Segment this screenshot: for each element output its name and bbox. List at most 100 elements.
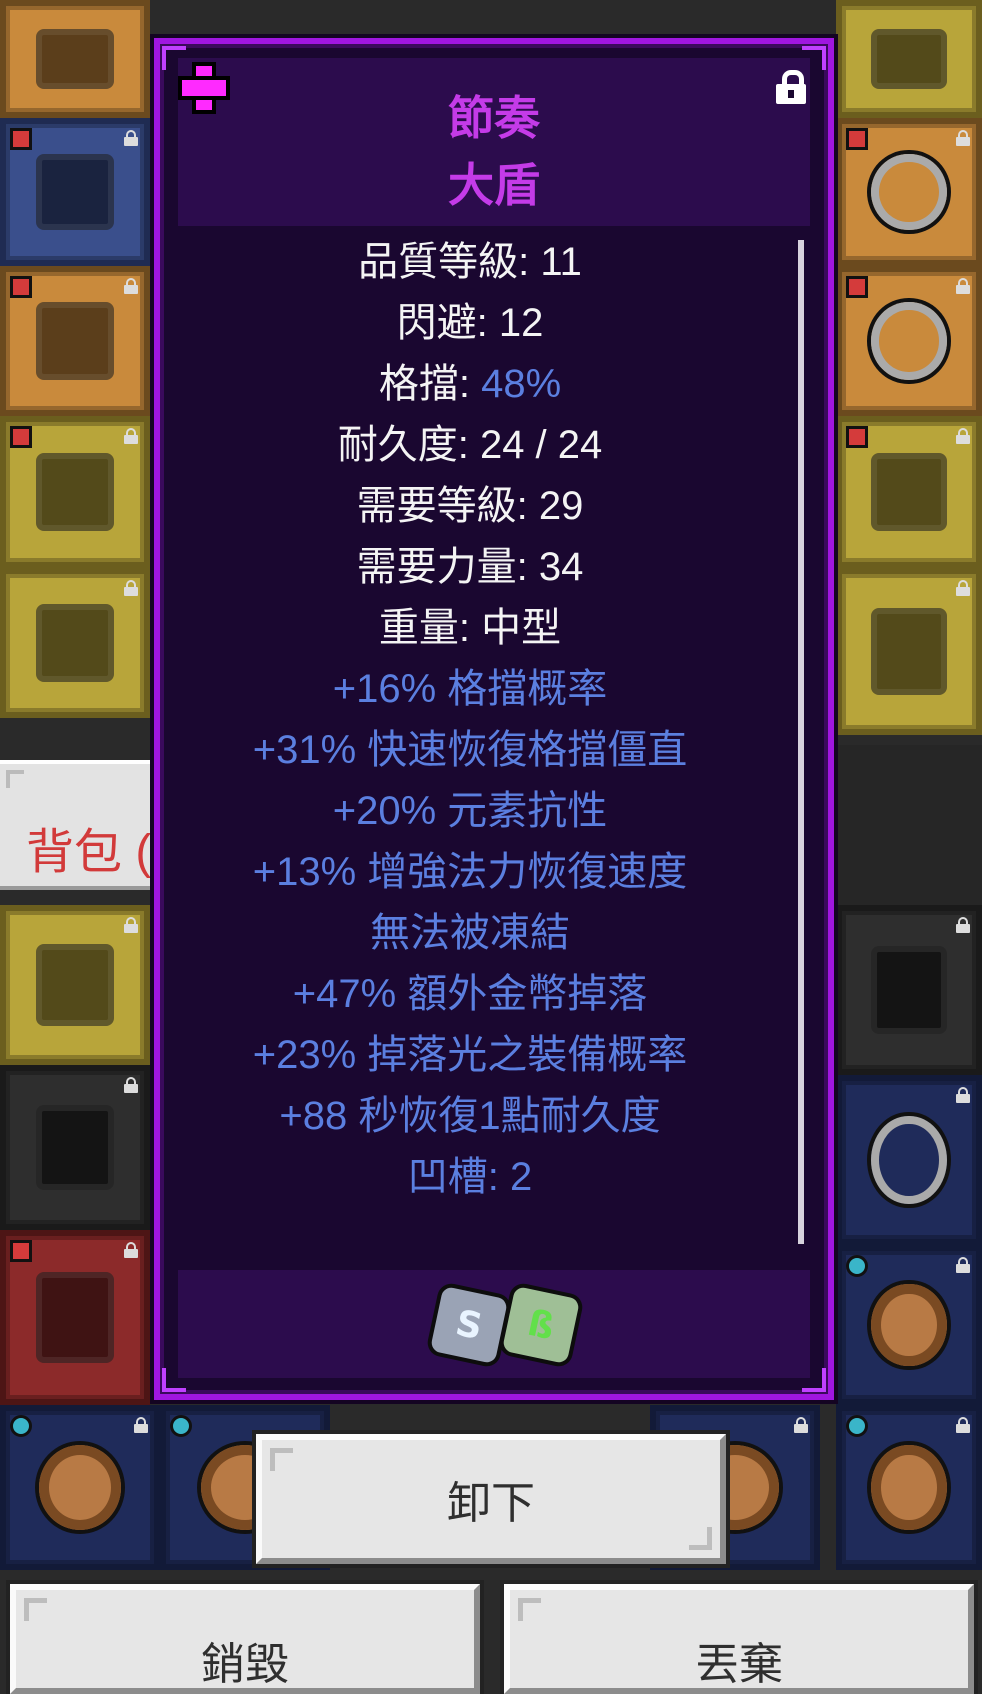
gem-badge-icon [170, 1415, 192, 1437]
inventory-slot[interactable] [0, 266, 150, 416]
lock-icon [124, 917, 138, 933]
socket-bar: S ß [178, 1270, 810, 1378]
stat-label: 重量: [378, 606, 482, 650]
lock-icon [124, 1077, 138, 1093]
equipped-badge-icon [10, 276, 32, 298]
inventory-slot[interactable] [836, 0, 982, 118]
stat-quality-level: 品質等級: 11 [160, 232, 780, 293]
inventory-slot[interactable] [836, 266, 982, 416]
inventory-slot[interactable] [836, 1405, 982, 1570]
stat-evasion: 閃避: 12 [160, 293, 780, 354]
gem-badge-icon [846, 1255, 868, 1277]
lock-icon [124, 130, 138, 146]
inventory-slot[interactable] [836, 118, 982, 266]
stat-value: 34 [538, 545, 584, 589]
gem-badge-icon [846, 1415, 868, 1437]
inventory-slot[interactable] [836, 1245, 982, 1405]
silver-rune-icon[interactable]: S [429, 1285, 509, 1365]
equipped-badge-icon [846, 276, 868, 298]
lock-icon [956, 917, 970, 933]
affix-line: +88 秒恢復1點耐久度 [279, 1094, 661, 1138]
stat-value: 中型 [481, 606, 562, 650]
lock-icon [956, 428, 970, 444]
gloves-icon [36, 302, 114, 380]
helmet-icon [36, 29, 114, 89]
stats-scrollbar[interactable] [798, 240, 804, 1244]
lock-icon [956, 1417, 970, 1433]
stat-required-level: 需要等級: 29 [160, 476, 780, 537]
stat-label: 需要力量: [356, 545, 539, 589]
unequip-label: 卸下 [447, 1479, 535, 1528]
equipped-badge-icon [846, 128, 868, 150]
inventory-slot[interactable] [836, 416, 982, 568]
coin-icon [871, 1444, 947, 1531]
drop-label: 丟棄 [695, 1640, 783, 1689]
lock-icon [956, 1087, 970, 1103]
inventory-slot[interactable] [836, 905, 982, 1075]
stat-label: 閃避: [396, 301, 499, 345]
stat-label: 品質等級: [358, 240, 541, 284]
destroy-button[interactable]: 銷毀 [10, 1584, 480, 1694]
stat-value: 11 [540, 240, 582, 284]
boots-icon [36, 604, 114, 682]
rune-glyph: ß [524, 1302, 558, 1348]
stat-value: 12 [498, 301, 544, 345]
bag-tab[interactable]: 背包 ( [0, 760, 152, 890]
gem-badge-icon [10, 1415, 32, 1437]
ring-icon [871, 302, 946, 379]
inventory-slot[interactable] [0, 1230, 150, 1405]
ring-icon [871, 154, 946, 230]
rune-glyph: S [452, 1302, 486, 1348]
coin-icon [38, 1444, 122, 1531]
amulet-icon [871, 29, 947, 89]
chest-icon [871, 452, 947, 532]
drop-button[interactable]: 丟棄 [504, 1584, 974, 1694]
lock-icon [794, 1417, 808, 1433]
divider [836, 745, 982, 905]
inventory-slot[interactable] [0, 1065, 150, 1230]
lock-icon [956, 580, 970, 596]
stat-label: 耐久度: [337, 423, 480, 467]
stat-value: 29 [538, 484, 584, 528]
inventory-slot[interactable] [0, 568, 150, 718]
inventory-slot[interactable] [0, 416, 150, 568]
equipped-badge-icon [10, 128, 32, 150]
stat-durability: 耐久度: 24 / 24 [160, 415, 780, 476]
item-type: 大盾 [448, 159, 540, 211]
inventory-slot[interactable] [0, 0, 150, 118]
inventory-slot[interactable] [836, 568, 982, 735]
item-name: 節奏 [448, 92, 540, 144]
corner-decoration [6, 770, 24, 788]
equipped-badge-icon [10, 426, 32, 448]
lock-icon [956, 278, 970, 294]
armor-icon [36, 153, 114, 231]
inventory-slot[interactable] [0, 118, 150, 266]
inventory-slot[interactable] [0, 905, 150, 1065]
equipped-badge-icon [846, 426, 868, 448]
stat-label: 格擋: [378, 362, 482, 406]
amulet-icon [36, 943, 114, 1027]
lock-icon [124, 278, 138, 294]
item-tooltip: 節奏 大盾 品質等級: 11 閃避: 12 格擋: 48% 耐久度: 24 / … [154, 38, 834, 1400]
inventory-slot[interactable] [0, 1405, 160, 1570]
affix-line: 無法被凍結 [370, 911, 570, 955]
stat-value: 24 / 24 [479, 423, 603, 467]
stat-required-strength: 需要力量: 34 [160, 537, 780, 598]
affix-line: +20% 元素抗性 [332, 789, 608, 833]
inventory-slot[interactable] [836, 1075, 982, 1245]
affix-line: +23% 掉落光之裝備概率 [252, 1033, 688, 1077]
book-icon [36, 1271, 114, 1364]
socket-count: 凹槽: 2 [407, 1155, 533, 1199]
lock-icon [956, 1257, 970, 1273]
affix-line: +16% 格擋概率 [332, 667, 608, 711]
lock-icon [124, 428, 138, 444]
staff-icon [871, 945, 947, 1035]
bag-label: 背包 ( [26, 826, 152, 879]
affix-line: +13% 增強法力恢復速度 [252, 850, 688, 894]
affix-line: +31% 快速恢復格擋僵直 [252, 728, 688, 772]
coin-icon [871, 1283, 947, 1367]
item-stats: 品質等級: 11 閃避: 12 格擋: 48% 耐久度: 24 / 24 需要等… [160, 232, 780, 1208]
unequip-button[interactable]: 卸下 [256, 1434, 726, 1564]
green-rune-icon[interactable]: ß [501, 1285, 581, 1365]
lock-icon [956, 130, 970, 146]
